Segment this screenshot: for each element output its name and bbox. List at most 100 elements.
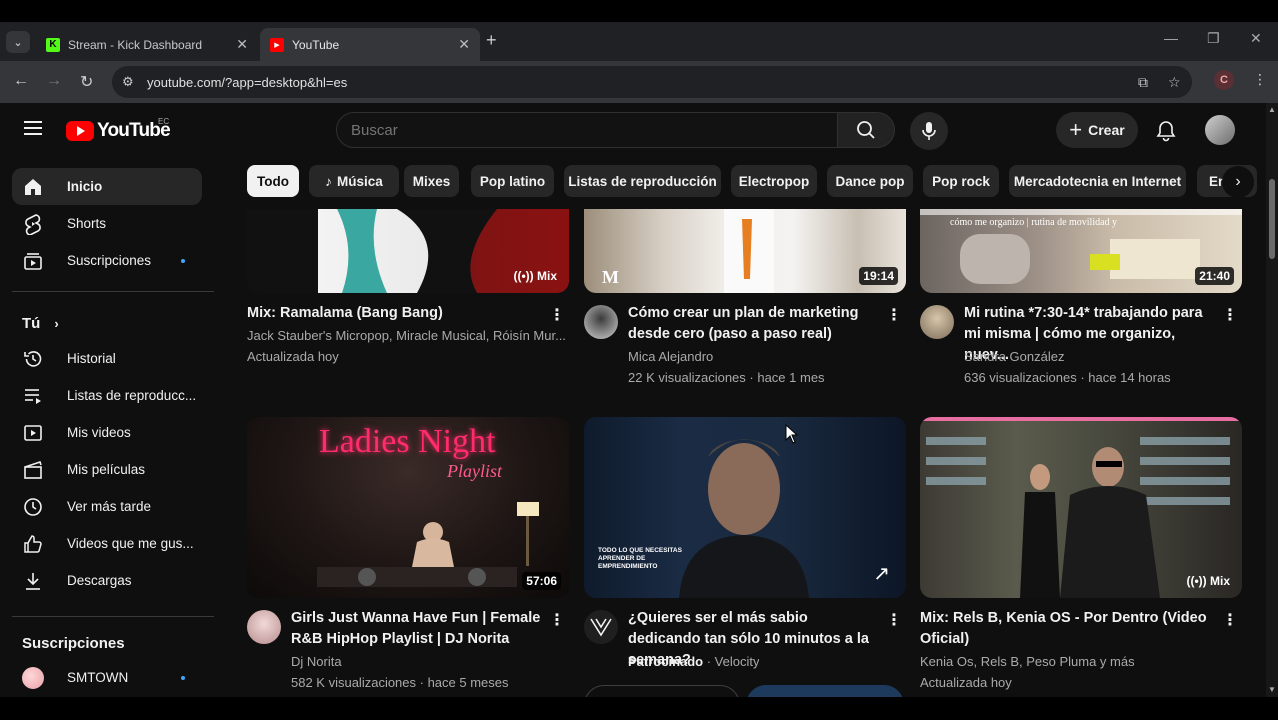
search-box[interactable] (336, 112, 838, 148)
browser-profile-avatar[interactable]: C (1214, 70, 1234, 90)
scroll-down-icon[interactable]: ▼ (1268, 685, 1276, 694)
video-card[interactable]: M 19:14 Cómo crear un plan de marketing … (584, 209, 906, 385)
new-tab-icon[interactable]: + (486, 30, 497, 51)
youtube-logo[interactable]: YouTube (66, 120, 171, 142)
chip-label: Todo (257, 173, 289, 189)
voice-search-button[interactable] (910, 112, 948, 150)
channel-avatar[interactable] (247, 610, 281, 644)
chips-next-button[interactable]: › (1222, 166, 1254, 198)
close-tab-icon[interactable]: ✕ (458, 36, 470, 53)
more-actions-icon[interactable]: ⋮ (549, 610, 565, 630)
chip-label: Listas de reproducción (568, 173, 717, 189)
video-thumbnail[interactable]: ((•)) Mix (920, 417, 1242, 598)
chip-musica[interactable]: ♪ Música (309, 165, 399, 197)
video-thumbnail[interactable]: TODO LO QUE NECESITAS APRENDER DE EMPREN… (584, 417, 906, 598)
video-card[interactable]: ((•)) Mix Mix: Ramalama (Bang Bang) Jack… (247, 209, 569, 364)
advertiser-avatar[interactable] (584, 610, 618, 644)
channel-avatar[interactable] (584, 305, 618, 339)
sidebar-item-mis-peliculas[interactable]: Mis películas (12, 451, 202, 488)
channel-avatar[interactable] (920, 305, 954, 339)
chip-pop-rock[interactable]: Pop rock (923, 165, 999, 197)
ad-secondary-button[interactable] (584, 685, 740, 697)
account-avatar[interactable] (1205, 115, 1235, 145)
video-card[interactable]: cómo me organizo | rutina de movilidad y… (920, 209, 1242, 385)
video-thumbnail[interactable]: cómo me organizo | rutina de movilidad y… (920, 209, 1242, 293)
sidebar-item-smtown[interactable]: SMTOWN (12, 659, 202, 696)
reload-icon[interactable]: ↻ (80, 72, 93, 92)
chip-todo[interactable]: Todo (247, 165, 299, 197)
chip-listas[interactable]: Listas de reproducción (564, 165, 721, 197)
video-thumbnail[interactable]: M 19:14 (584, 209, 906, 293)
scrollbar-thumb[interactable] (1269, 179, 1275, 259)
sidebar-item-shorts[interactable]: Shorts (12, 205, 202, 242)
tab-search-dropdown-icon[interactable]: ⌄ (6, 31, 30, 53)
restore-icon[interactable]: ❐ (1207, 30, 1220, 47)
search-button[interactable] (837, 112, 895, 148)
video-card[interactable]: ((•)) Mix Mix: Rels B, Kenia OS - Por De… (920, 417, 1242, 690)
chip-electropop[interactable]: Electropop (731, 165, 817, 197)
browser-menu-icon[interactable]: ⋮ (1253, 71, 1267, 88)
sidebar-you-header[interactable]: Tú › (22, 315, 59, 332)
sidebar-item-ver-mas-tarde[interactable]: Ver más tarde (12, 488, 202, 525)
sidebar-item-suscripciones[interactable]: Suscripciones (12, 242, 202, 279)
video-title[interactable]: Cómo crear un plan de marketing desde ce… (628, 303, 884, 345)
close-tab-icon[interactable]: ✕ (236, 36, 248, 53)
video-title[interactable]: Girls Just Wanna Have Fun | Female R&B H… (291, 608, 547, 650)
video-thumbnail[interactable]: ((•)) Mix (247, 209, 569, 293)
video-stats: 582 K visualizaciones · hace 5 meses (291, 675, 509, 690)
address-bar[interactable]: ⚙ youtube.com/?app=desktop&hl=es ⧉ ☆ (112, 66, 1192, 98)
bookmark-star-icon[interactable]: ☆ (1168, 74, 1181, 91)
site-info-icon[interactable]: ⚙ (122, 74, 134, 90)
video-channels[interactable]: Kenia Os, Rels B, Peso Pluma y más (920, 654, 1240, 669)
close-window-icon[interactable]: ✕ (1250, 30, 1262, 47)
sidebar-item-videos-me-gustan[interactable]: Videos que me gus... (12, 525, 202, 562)
video-card[interactable]: Ladies Night Playlist 57:06 Girls Just W… (247, 417, 569, 690)
tab-youtube[interactable]: ▶ YouTube ✕ (260, 28, 480, 61)
sidebar-item-mis-videos[interactable]: Mis videos (12, 414, 202, 451)
install-app-icon[interactable]: ⧉ (1138, 74, 1148, 91)
video-duration: 21:40 (1195, 267, 1234, 285)
more-actions-icon[interactable]: ⋮ (1222, 610, 1238, 630)
sidebar-item-descargas[interactable]: Descargas (12, 562, 202, 599)
sidebar-item-historial[interactable]: Historial (12, 340, 202, 377)
notifications-button[interactable] (1156, 120, 1176, 147)
chip-dance-pop[interactable]: Dance pop (827, 165, 913, 197)
video-title[interactable]: Mix: Ramalama (Bang Bang) (247, 303, 547, 324)
more-actions-icon[interactable]: ⋮ (886, 610, 902, 630)
thumbnail-subtitle-text: Playlist (447, 461, 502, 481)
search-input[interactable] (351, 122, 821, 139)
chip-label: Pop latino (479, 173, 546, 189)
more-actions-icon[interactable]: ⋮ (549, 305, 565, 325)
minimize-icon[interactable]: — (1164, 30, 1178, 46)
chip-mercadotecnia[interactable]: Mercadotecnia en Internet (1009, 165, 1186, 197)
video-channel-name[interactable]: Dj Norita (291, 654, 342, 669)
tab-kick-dashboard[interactable]: K Stream - Kick Dashboard ✕ (36, 28, 258, 61)
video-channel-name[interactable]: Mica Alejandro (628, 349, 713, 364)
sidebar-item-inicio[interactable]: Inicio (12, 168, 202, 205)
video-updated: Actualizada hoy (920, 675, 1012, 690)
subscriptions-icon (22, 250, 44, 272)
video-stats: 636 visualizaciones · hace 14 horas (964, 370, 1171, 385)
ad-primary-button[interactable] (746, 685, 904, 697)
playlists-icon (22, 385, 44, 407)
video-thumbnail[interactable]: Ladies Night Playlist 57:06 (247, 417, 569, 598)
more-actions-icon[interactable]: ⋮ (1222, 305, 1238, 325)
menu-icon[interactable] (24, 121, 42, 139)
video-title[interactable]: Mix: Rels B, Kenia OS - Por Dentro (Vide… (920, 608, 1220, 650)
forward-icon[interactable]: → (46, 72, 62, 90)
create-button[interactable]: + Crear (1056, 112, 1138, 148)
url-text[interactable]: youtube.com/?app=desktop&hl=es (147, 75, 347, 90)
video-channel-name[interactable]: Sandra González (964, 349, 1064, 364)
back-icon[interactable]: ← (13, 72, 29, 90)
video-channels[interactable]: Jack Stauber's Micropop, Miracle Musical… (247, 328, 567, 343)
external-link-icon: ↗ (873, 563, 890, 585)
more-actions-icon[interactable]: ⋮ (886, 305, 902, 325)
scroll-up-icon[interactable]: ▲ (1268, 105, 1276, 114)
video-card[interactable]: TODO LO QUE NECESITAS APRENDER DE EMPREN… (584, 417, 906, 697)
chip-mixes[interactable]: Mixes (404, 165, 459, 197)
chip-pop-latino[interactable]: Pop latino (471, 165, 554, 197)
thumbnail-caption: cómo me organizo | rutina de movilidad y (950, 217, 1118, 228)
page-scrollbar[interactable]: ▲ ▼ (1266, 103, 1278, 697)
sidebar-item-listas[interactable]: Listas de reproducc... (12, 377, 202, 414)
advertiser-name[interactable]: · Velocity (703, 654, 760, 669)
